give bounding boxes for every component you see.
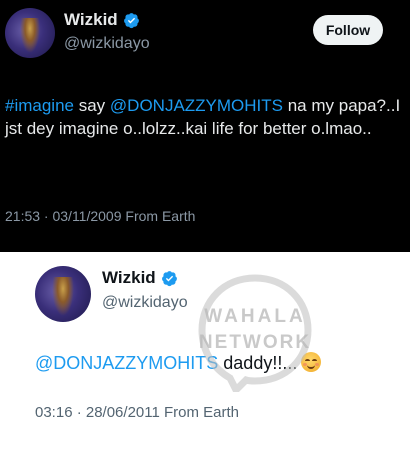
avatar[interactable] [5,8,55,58]
tweet-card-light: Wizkid @wizkidayo @DONJAZZYMOHITS daddy!… [0,252,410,473]
tweet-text-segment: daddy!!... [218,353,298,373]
display-name[interactable]: Wizkid [64,10,140,30]
tweet-timestamp[interactable]: 21:53 · 03/11/2009 From Earth [5,208,195,224]
handle[interactable]: @wizkidayo [102,294,188,312]
hashtag-link[interactable]: #imagine [5,96,74,115]
tweet-text: @DONJAZZYMOHITS daddy!!... [35,351,405,375]
watermark-line1: WAHALA [204,306,305,327]
follow-button[interactable]: Follow [313,15,383,45]
handle[interactable]: @wizkidayo [64,35,150,53]
avatar[interactable] [35,266,91,322]
display-name-text[interactable]: Wizkid [64,10,118,30]
tweet-card-dark: Wizkid @wizkidayo Follow #imagine say @D… [0,0,410,252]
tweet-timestamp[interactable]: 03:16 · 28/06/2011 From Earth [35,404,239,421]
watermark-line2: NETWORK [199,332,311,353]
verified-badge-icon [161,270,177,286]
tweet-text-segment: say [74,96,110,115]
verified-badge-icon [123,12,139,28]
mention-link[interactable]: @DONJAZZYMOHITS [110,96,283,115]
tweet-text: #imagine say @DONJAZZYMOHITS na my papa?… [5,94,405,140]
mention-link[interactable]: @DONJAZZYMOHITS [35,353,218,373]
display-name-text[interactable]: Wizkid [102,268,156,288]
display-name[interactable]: Wizkid [102,268,178,288]
smiling-face-emoji-icon [301,352,322,372]
